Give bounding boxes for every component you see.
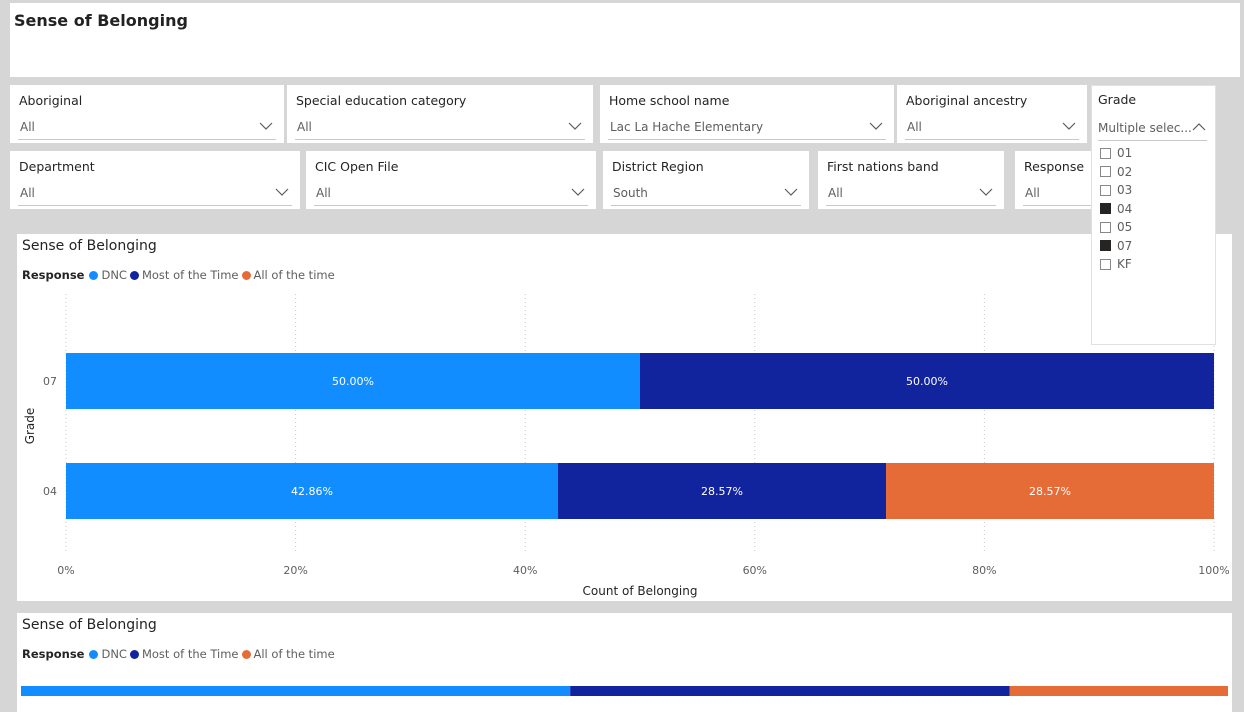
slicer-label: Response (1024, 159, 1085, 174)
grade-option-01[interactable]: 01 (1100, 144, 1132, 163)
slicer-district-region: District Region South (603, 151, 809, 209)
dropdown-value: All (828, 186, 843, 200)
slicer-department: Department All (10, 151, 300, 209)
checkbox[interactable] (1100, 221, 1111, 233)
slicer-aboriginal: Aboriginal All (10, 85, 284, 143)
checkbox-checked[interactable] (1100, 203, 1111, 215)
checkbox-checked[interactable] (1100, 240, 1111, 252)
chevron-up-icon (1192, 123, 1206, 131)
slicer-label: Aboriginal ancestry (906, 93, 1028, 108)
stacked-bar-chart: 0% 20% 40% 60% 80% 100% Count of Belonging Grad… (23, 294, 1230, 598)
chevron-down-icon (979, 188, 993, 196)
title-card: Sense of Belonging (10, 3, 1240, 77)
y-axis-title: Grade (23, 408, 37, 445)
slicer-label: Home school name (609, 93, 730, 108)
chevron-down-icon (259, 122, 273, 130)
page-title: Sense of Belonging (14, 11, 188, 30)
chevron-down-icon (784, 188, 798, 196)
slicer-label: District Region (612, 159, 704, 174)
checkbox[interactable] (1100, 258, 1111, 270)
dropdown-value: Multiple selec... (1098, 121, 1192, 135)
grade-option-label: 07 (1117, 238, 1133, 253)
checkbox[interactable] (1100, 147, 1111, 159)
grade-option-label: 03 (1117, 183, 1133, 198)
dropdown-value: All (20, 186, 35, 200)
x-tick-label: 80% (972, 564, 996, 577)
belonging-summary-card: Sense of Belonging Response DNC Most of … (17, 613, 1232, 712)
home-school-dropdown[interactable]: Lac La Hache Elementary (608, 115, 886, 140)
slicer-cic-open-file: CIC Open File All (306, 151, 596, 209)
grade-option-05[interactable]: 05 (1100, 218, 1132, 237)
dropdown-value: All (1025, 186, 1040, 200)
chevron-down-icon (869, 122, 883, 130)
slicer-home-school: Home school name Lac La Hache Elementary (600, 85, 894, 143)
x-tick-label: 60% (743, 564, 767, 577)
dropdown-value: All (297, 120, 312, 134)
data-label: 28.57% (701, 485, 743, 498)
grade-option-label: KF (1117, 257, 1132, 272)
x-axis-title: Count of Belonging (583, 584, 698, 598)
data-label: 28.57% (1029, 485, 1071, 498)
department-dropdown[interactable]: All (18, 181, 292, 206)
data-label: 42.86% (291, 485, 333, 498)
slicer-label: Department (19, 159, 95, 174)
checkbox[interactable] (1100, 166, 1111, 178)
aboriginal-ancestry-dropdown[interactable]: All (905, 115, 1079, 140)
chevron-down-icon (571, 188, 585, 196)
chevron-down-icon (568, 122, 582, 130)
dropdown-value: All (907, 120, 922, 134)
district-region-dropdown[interactable]: South (611, 181, 801, 206)
summary-bar-chart (21, 686, 1228, 696)
slicer-first-nations-band: First nations band All (818, 151, 1004, 209)
x-tick-label: 20% (283, 564, 307, 577)
slicer-label: First nations band (827, 159, 939, 174)
grade-option-label: 04 (1117, 201, 1133, 216)
dropdown-value: Lac La Hache Elementary (610, 120, 764, 134)
slicer-label: Grade (1098, 92, 1137, 107)
dropdown-value: All (20, 120, 35, 134)
slicer-grade: Grade Multiple selec... 01 02 03 04 05 07 KF (1091, 85, 1216, 345)
grade-option-03[interactable]: 03 (1100, 181, 1132, 200)
dropdown-value: All (316, 186, 331, 200)
slicer-aboriginal-ancestry: Aboriginal ancestry All (897, 85, 1087, 143)
slicer-label: Aboriginal (19, 93, 83, 108)
grade-dropdown[interactable]: Multiple selec... (1098, 116, 1207, 141)
data-label: 50.00% (332, 375, 374, 388)
grade-option-02[interactable]: 02 (1100, 163, 1132, 182)
bar-segment (1009, 686, 1228, 696)
bar-segment (21, 686, 571, 696)
special-education-dropdown[interactable]: All (295, 115, 585, 140)
grade-option-label: 01 (1117, 146, 1133, 161)
slicer-label: CIC Open File (315, 159, 399, 174)
category-label: 07 (43, 375, 57, 388)
slicer-label: Special education category (296, 93, 467, 108)
data-label: 50.00% (906, 375, 948, 388)
x-tick-label: 100% (1198, 564, 1229, 577)
grade-options-list: 01 02 03 04 05 07 KF (1100, 144, 1132, 274)
grade-option-label: 05 (1117, 220, 1133, 235)
first-nations-band-dropdown[interactable]: All (826, 181, 996, 206)
grade-option-label: 02 (1117, 164, 1133, 179)
category-label: 04 (43, 485, 57, 498)
grade-option-04[interactable]: 04 (1100, 200, 1132, 219)
aboriginal-dropdown[interactable]: All (18, 115, 276, 140)
chevron-down-icon (1062, 122, 1076, 130)
x-tick-label: 40% (513, 564, 537, 577)
slicer-special-education: Special education category All (287, 85, 593, 143)
x-tick-label: 0% (57, 564, 74, 577)
bar-segment (570, 686, 1010, 696)
cic-open-file-dropdown[interactable]: All (314, 181, 588, 206)
dropdown-value: South (613, 186, 648, 200)
checkbox[interactable] (1100, 184, 1111, 196)
grade-option-07[interactable]: 07 (1100, 237, 1132, 256)
belonging-chart-card: Sense of Belonging Response DNC Most of … (17, 234, 1232, 601)
chevron-down-icon (275, 188, 289, 196)
grade-option-kf[interactable]: KF (1100, 255, 1132, 274)
